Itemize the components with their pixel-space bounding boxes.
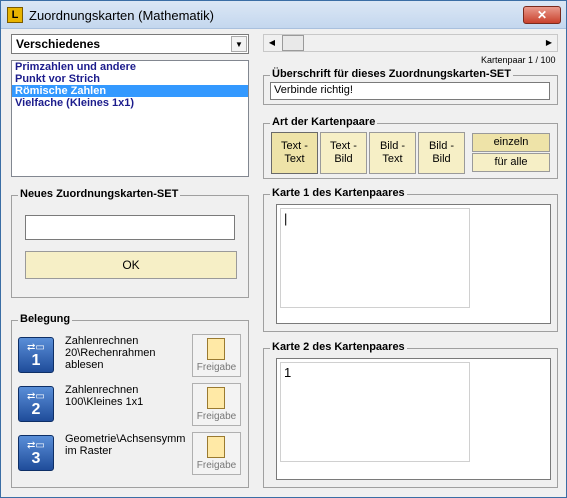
list-item-selected[interactable]: Römische Zahlen bbox=[12, 85, 248, 97]
scroll-right-icon[interactable]: ▶ bbox=[541, 35, 557, 51]
release-1-button[interactable]: Freigabe bbox=[192, 334, 241, 377]
document-icon bbox=[207, 387, 225, 409]
belegung-label: Belegung bbox=[18, 313, 73, 325]
title-bar[interactable]: L Zuordnungskarten (Mathematik) ✕ bbox=[1, 1, 566, 29]
card1-label: Karte 1 des Kartenpaares bbox=[270, 187, 407, 199]
set-list[interactable]: Primzahlen und andere Punkt vor Strich R… bbox=[11, 60, 249, 177]
card1-group: Karte 1 des Kartenpaares | bbox=[263, 187, 558, 332]
slot-1-text: Zahlenrechnen 20\Rechenrahmen ablesen bbox=[65, 335, 156, 371]
slot-3-button[interactable]: ⇄▭ 3 bbox=[18, 435, 54, 471]
heading-label: Überschrift für dieses Zuordnungskarten-… bbox=[270, 68, 513, 80]
type-image-text-button[interactable]: Bild - Text bbox=[369, 132, 416, 174]
card2-label: Karte 2 des Kartenpaares bbox=[270, 341, 407, 353]
chevron-down-icon[interactable]: ▼ bbox=[231, 36, 247, 52]
window-title: Zuordnungskarten (Mathematik) bbox=[29, 8, 214, 23]
card2-text[interactable]: 1 bbox=[280, 362, 470, 462]
app-icon: L bbox=[7, 7, 23, 23]
list-item[interactable]: Punkt vor Strich bbox=[12, 73, 248, 85]
scope-single-button[interactable]: einzeln bbox=[472, 133, 550, 152]
card2-editor[interactable]: 1 bbox=[276, 358, 551, 480]
type-image-image-button[interactable]: Bild - Bild bbox=[418, 132, 465, 174]
belegung-group: Belegung ⇄▭ 1 Zahlenrechnen 20\Rechenrah… bbox=[11, 313, 249, 488]
main-window: L Zuordnungskarten (Mathematik) ✕ Versch… bbox=[0, 0, 567, 498]
card1-text[interactable]: | bbox=[280, 208, 470, 308]
card-pair-scrollbar[interactable]: ◀ ▶ bbox=[263, 34, 558, 52]
new-set-label: Neues Zuordnungskarten-SET bbox=[18, 188, 181, 200]
slot-3-text: Geometrie\Achsensymme im Raster bbox=[65, 433, 185, 457]
new-set-group: Neues Zuordnungskarten-SET OK bbox=[11, 188, 249, 298]
scroll-left-icon[interactable]: ◀ bbox=[264, 35, 280, 51]
card1-editor[interactable]: | bbox=[276, 204, 551, 324]
release-3-button[interactable]: Freigabe bbox=[192, 432, 241, 475]
slot-1-button[interactable]: ⇄▭ 1 bbox=[18, 337, 54, 373]
heading-input[interactable]: Verbinde richtig! bbox=[270, 82, 550, 100]
document-icon bbox=[207, 436, 225, 458]
ok-button[interactable]: OK bbox=[25, 251, 237, 279]
heading-group: Überschrift für dieses Zuordnungskarten-… bbox=[263, 68, 558, 105]
scroll-thumb[interactable] bbox=[282, 35, 304, 51]
type-text-text-button[interactable]: Text - Text bbox=[271, 132, 318, 174]
card-pair-counter: Kartenpaar 1 / 100 bbox=[481, 55, 556, 65]
document-icon bbox=[207, 338, 225, 360]
slot-2-button[interactable]: ⇄▭ 2 bbox=[18, 386, 54, 422]
close-button[interactable]: ✕ bbox=[523, 6, 561, 24]
pair-type-label: Art der Kartenpaare bbox=[270, 116, 378, 128]
new-set-input[interactable] bbox=[25, 215, 235, 240]
list-item[interactable]: Primzahlen und andere bbox=[12, 61, 248, 73]
release-2-button[interactable]: Freigabe bbox=[192, 383, 241, 426]
card2-group: Karte 2 des Kartenpaares 1 bbox=[263, 341, 558, 488]
scope-all-button[interactable]: für alle bbox=[472, 153, 550, 172]
category-dropdown[interactable]: Verschiedenes ▼ bbox=[11, 34, 249, 54]
list-item[interactable]: Vielfache (Kleines 1x1) bbox=[12, 97, 248, 109]
category-selected: Verschiedenes bbox=[16, 37, 101, 51]
slot-2-text: Zahlenrechnen 100\Kleines 1x1 bbox=[65, 384, 144, 408]
type-text-image-button[interactable]: Text - Bild bbox=[320, 132, 367, 174]
